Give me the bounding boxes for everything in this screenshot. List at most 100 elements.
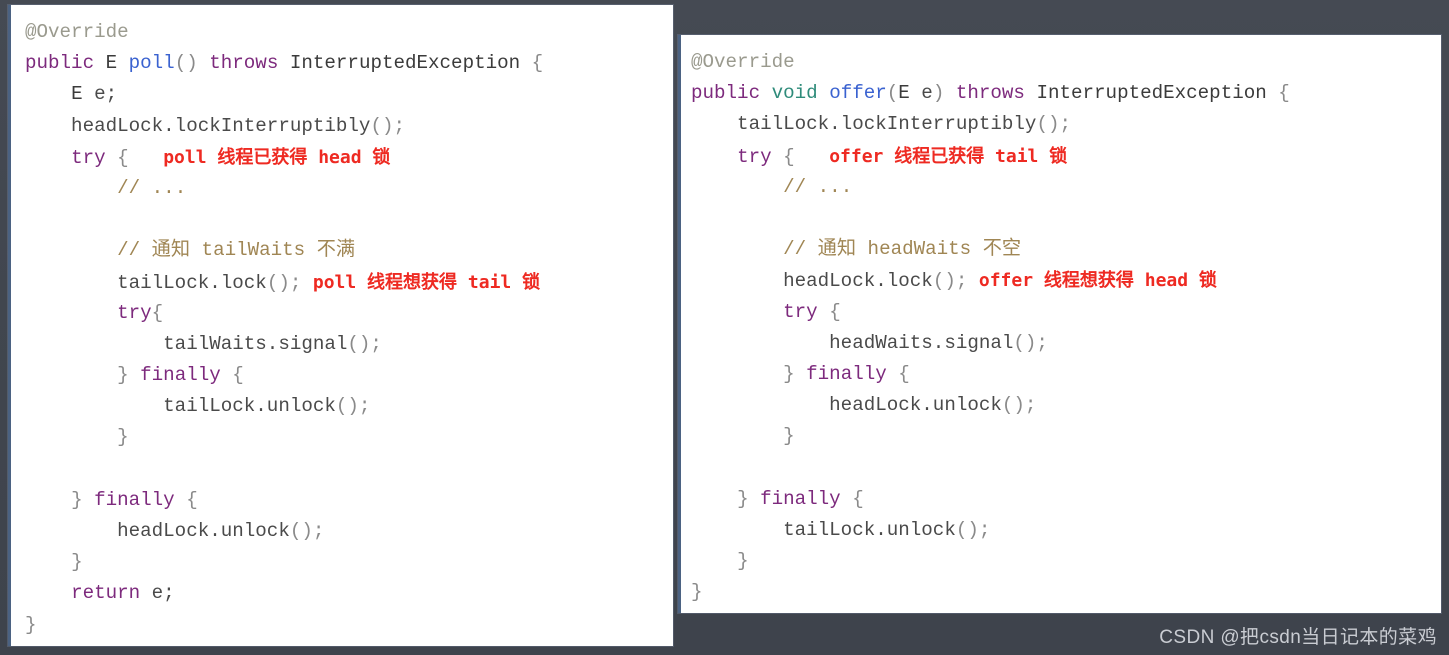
code-line: }: [691, 421, 1441, 452]
code-token-plain: e: [909, 82, 933, 105]
code-token-fn: offer: [829, 82, 887, 105]
code-line: public void offer(E e) throws Interrupte…: [691, 78, 1441, 109]
code-token-punct: {: [117, 146, 129, 169]
code-line: // 通知 tailWaits 不满: [25, 235, 673, 266]
code-line: } finally {: [25, 485, 673, 516]
code-token-punct: ();: [370, 114, 405, 137]
code-token-punct: }: [783, 425, 795, 448]
code-line: try{: [25, 298, 673, 329]
code-token-type: E: [105, 52, 118, 75]
code-token-punct: {: [898, 362, 910, 385]
code-token-punct: ): [932, 82, 945, 105]
code-token-punct: ();: [335, 395, 371, 418]
code-token-cmt: // ...: [783, 175, 853, 198]
code-token-cmt: // ...: [117, 176, 187, 199]
code-token-punct: {: [783, 145, 795, 168]
code-token-kw: try: [737, 145, 772, 168]
code-token-punct: ();: [347, 332, 382, 355]
code-token-punct: {: [1278, 82, 1290, 105]
code-line: @Override: [691, 47, 1441, 78]
code-line: try { poll 线程已获得 head 锁: [25, 142, 673, 173]
code-token-type: E: [898, 82, 910, 105]
code-line: return e;: [25, 578, 673, 609]
code-token-kw: finally: [806, 362, 887, 385]
code-line: E e;: [25, 79, 673, 110]
code-token-note: offer 线程想获得 head 锁: [978, 270, 1217, 292]
code-token-punct: ();: [289, 520, 325, 542]
code-token-vkw: void: [771, 82, 818, 105]
code-line: tailLock.unlock();: [25, 391, 673, 422]
code-line: }: [25, 610, 673, 641]
code-token-punct: }: [737, 550, 749, 572]
code-line: // ...: [691, 172, 1441, 203]
code-token-punct: (: [886, 82, 899, 105]
code-token-plain: headLock.unlock: [25, 520, 290, 542]
code-token-kw: finally: [94, 488, 175, 511]
code-token-kw: public: [25, 52, 95, 75]
code-token-plain: headWaits.signal: [691, 331, 1014, 354]
code-line: try { offer 线程已获得 tail 锁: [691, 141, 1441, 172]
code-token-note: poll 线程想获得 tail 锁: [312, 271, 541, 293]
code-line: }: [691, 577, 1441, 608]
code-token-punct: }: [783, 362, 795, 385]
code-token-type: InterruptedException: [289, 52, 521, 75]
code-token-punct: {: [186, 488, 198, 511]
code-token-punct: }: [117, 426, 129, 449]
code-line: headWaits.signal();: [691, 328, 1441, 359]
code-line: }: [691, 546, 1441, 577]
code-line: }: [25, 547, 673, 578]
code-token-plain: tailLock.lockInterruptibly: [691, 113, 1037, 136]
code-token-plain: tailLock.lock: [25, 271, 267, 294]
offer-method-code-panel: @Override public void offer(E e) throws I…: [678, 35, 1441, 613]
code-token-cmt: // 通知 tailWaits 不满: [117, 239, 356, 262]
offer-code-listing: @Override public void offer(E e) throws I…: [681, 35, 1441, 608]
code-token-punct: ();: [932, 270, 968, 293]
csdn-watermark: CSDN @把csdn当日记本的菜鸡: [1159, 627, 1437, 648]
code-token-punct: }: [737, 487, 749, 510]
code-token-plain: tailWaits.signal: [25, 332, 348, 355]
code-token-kw: finally: [760, 487, 841, 510]
code-token-punct: }: [691, 581, 703, 604]
code-token-punct: (): [174, 52, 198, 75]
code-token-plain: e;: [140, 582, 175, 605]
code-token-plain: tailLock.unlock: [691, 518, 956, 541]
code-token-punct: {: [852, 487, 864, 510]
code-line: public E poll() throws InterruptedExcept…: [25, 48, 673, 79]
code-token-punct: ();: [955, 518, 991, 541]
code-token-punct: }: [25, 613, 37, 636]
code-token-punct: {: [531, 52, 544, 75]
code-token-note: offer 线程已获得 tail 锁: [829, 145, 1068, 167]
code-line: tailLock.lockInterruptibly();: [691, 109, 1441, 140]
code-token-plain: tailLock.unlock: [25, 395, 336, 418]
code-line: headLock.unlock();: [25, 516, 673, 547]
